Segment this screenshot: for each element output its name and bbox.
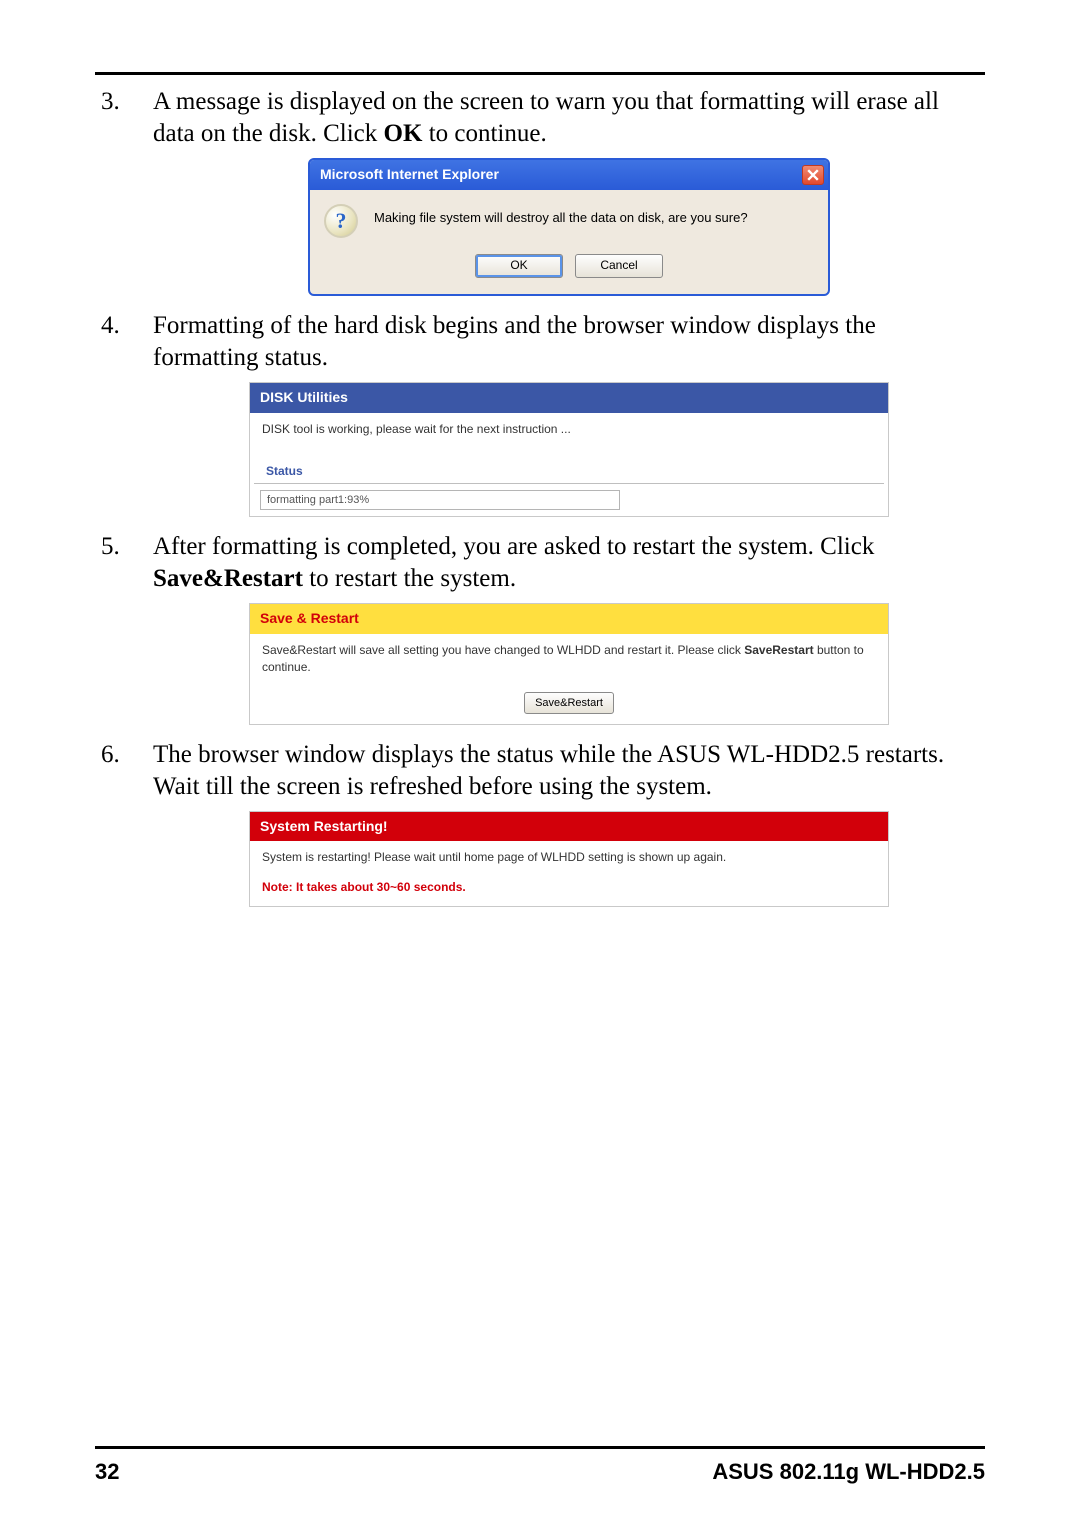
figure-system-restarting: System Restarting! System is restarting!…: [153, 811, 985, 907]
disk-utilities-msg: DISK tool is working, please wait for th…: [250, 413, 888, 446]
system-restarting-header: System Restarting!: [250, 812, 888, 842]
document-page: A message is displayed on the screen to …: [0, 0, 1080, 1529]
ie-dialog-message: Making file system will destroy all the …: [374, 204, 748, 227]
step-3-bold: OK: [384, 120, 423, 147]
step-6: The browser window displays the status w…: [95, 739, 985, 907]
status-field: formatting part1:93%: [260, 490, 620, 510]
disk-utilities-header: DISK Utilities: [250, 383, 888, 413]
status-value: formatting part1:93%: [267, 493, 369, 507]
ie-title: Microsoft Internet Explorer: [320, 166, 499, 184]
save-restart-msg: Save&Restart will save all setting you h…: [250, 634, 888, 684]
step-4: Formatting of the hard disk begins and t…: [95, 310, 985, 517]
ie-dialog-buttons: OK Cancel: [310, 246, 828, 294]
page-number: 32: [95, 1459, 119, 1485]
save-restart-header: Save & Restart: [250, 604, 888, 634]
step-3: A message is displayed on the screen to …: [95, 86, 985, 296]
step-5-bold: Save&Restart: [153, 565, 303, 592]
save-restart-button-row: Save&Restart: [250, 684, 888, 714]
save-restart-msg-pre: Save&Restart will save all setting you h…: [262, 643, 744, 657]
ie-titlebar: Microsoft Internet Explorer: [310, 160, 828, 190]
ok-button[interactable]: OK: [475, 254, 563, 278]
close-icon: [807, 169, 819, 181]
figure-save-restart: Save & Restart Save&Restart will save al…: [153, 603, 985, 725]
system-restarting-note: Note: It takes about 30~60 seconds.: [250, 874, 888, 895]
step-5: After formatting is completed, you are a…: [95, 531, 985, 725]
close-button[interactable]: [802, 165, 824, 185]
bottom-rule: [95, 1446, 985, 1449]
system-restarting-panel: System Restarting! System is restarting!…: [249, 811, 889, 907]
page-content: A message is displayed on the screen to …: [95, 86, 985, 921]
question-icon: ?: [324, 204, 358, 238]
save-restart-msg-bold: SaveRestart: [744, 643, 813, 657]
figure-ie-dialog: Microsoft Internet Explorer ? Making fil…: [153, 158, 985, 296]
step-5-text-pre: After formatting is completed, you are a…: [153, 533, 874, 560]
step-3-text-post: to continue.: [422, 120, 546, 147]
top-rule: [95, 72, 985, 75]
status-label: Status: [254, 446, 884, 484]
step-4-text: Formatting of the hard disk begins and t…: [153, 312, 876, 371]
footer-title: ASUS 802.11g WL-HDD2.5: [712, 1459, 985, 1485]
disk-utilities-panel: DISK Utilities DISK tool is working, ple…: [249, 382, 889, 517]
system-restarting-msg: System is restarting! Please wait until …: [250, 841, 888, 874]
ie-dialog: Microsoft Internet Explorer ? Making fil…: [308, 158, 830, 296]
save-restart-button[interactable]: Save&Restart: [524, 692, 614, 714]
steps-list: A message is displayed on the screen to …: [95, 86, 985, 907]
ie-dialog-body: ? Making file system will destroy all th…: [310, 190, 828, 246]
figure-disk-utilities: DISK Utilities DISK tool is working, ple…: [153, 382, 985, 517]
step-5-text-post: to restart the system.: [303, 565, 516, 592]
step-6-text: The browser window displays the status w…: [153, 741, 944, 800]
save-restart-panel: Save & Restart Save&Restart will save al…: [249, 603, 889, 725]
cancel-button[interactable]: Cancel: [575, 254, 663, 278]
page-footer: 32 ASUS 802.11g WL-HDD2.5: [95, 1459, 985, 1485]
